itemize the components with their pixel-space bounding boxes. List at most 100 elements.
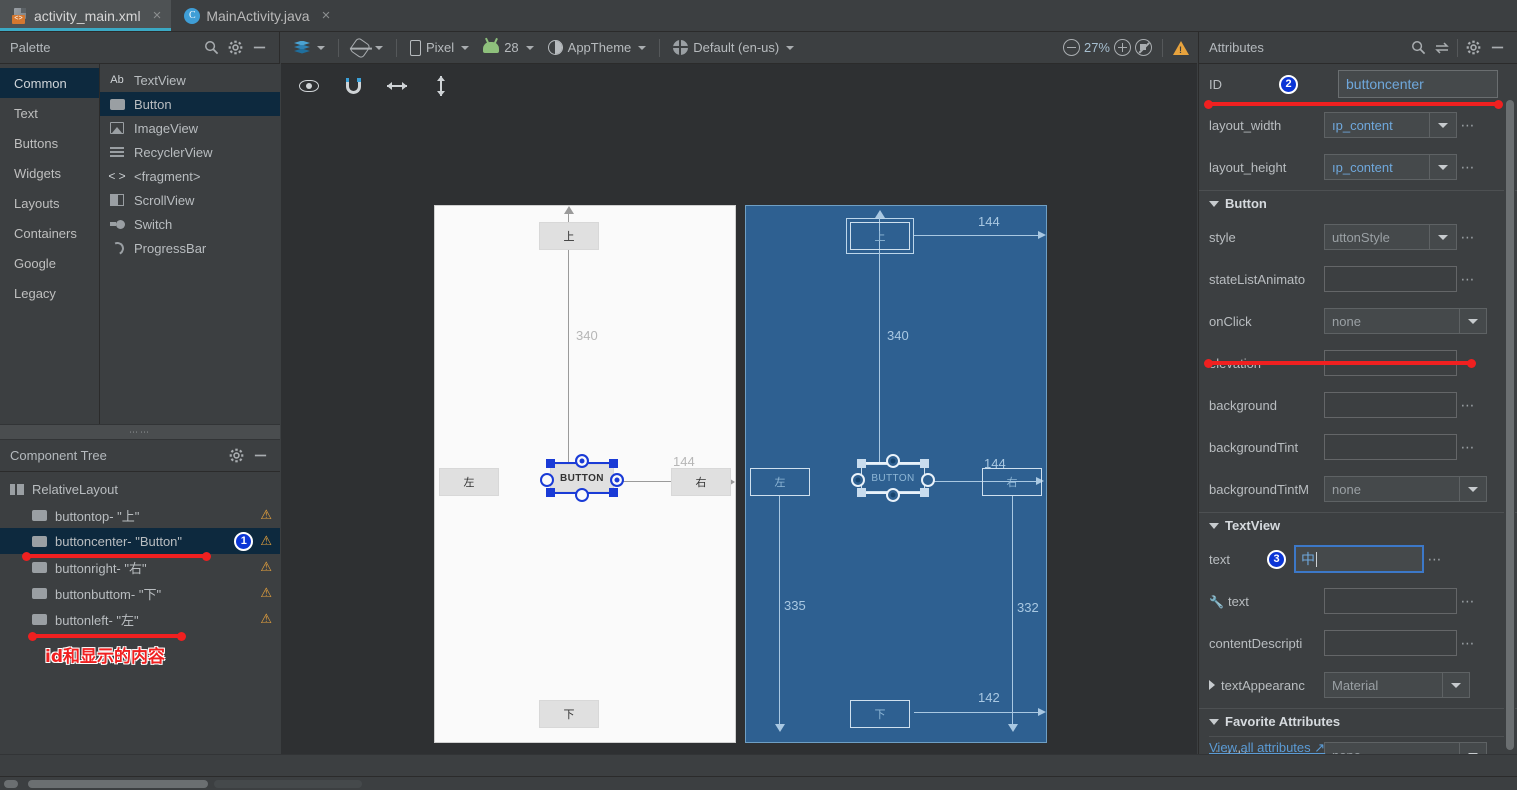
constraint-anchor-bottom[interactable]	[886, 488, 900, 502]
selection-handles-blueprint[interactable]	[851, 454, 935, 502]
more-options-icon[interactable]: ⋯	[1457, 229, 1479, 246]
chevron-right-icon[interactable]	[1209, 679, 1215, 690]
blueprint-button-bottom[interactable]: 下	[850, 700, 910, 728]
palette-item-switch[interactable]: Switch	[100, 212, 280, 236]
tree-row-buttontop[interactable]: buttontop- "上" ⚠	[0, 502, 280, 528]
textappearance-input[interactable]: Material	[1324, 672, 1442, 698]
more-options-icon[interactable]: ⋯	[1457, 593, 1479, 610]
contentdescription-input[interactable]	[1324, 630, 1457, 656]
tree-row-buttoncenter[interactable]: buttoncenter- "Button" 1 ⚠	[0, 528, 280, 554]
panel-splitter[interactable]: ⋯⋯	[0, 424, 280, 440]
section-header-button[interactable]: Button	[1199, 190, 1517, 216]
chevron-down-icon[interactable]	[1459, 742, 1487, 754]
tree-row-buttonleft[interactable]: buttonleft- "左" ⚠	[0, 606, 280, 632]
constraint-anchor-top[interactable]	[886, 454, 900, 468]
more-options-icon[interactable]: ⋯	[1457, 117, 1479, 134]
palette-item-textview[interactable]: Ab TextView	[100, 68, 280, 92]
chevron-down-icon[interactable]	[1429, 112, 1457, 138]
chevron-down-icon[interactable]	[1442, 672, 1470, 698]
warning-icon[interactable]: ⚠	[260, 507, 272, 523]
warning-icon[interactable]: ⚠	[260, 585, 272, 601]
design-surface[interactable]: 340 144 上 下 左 右 BUTTON	[434, 205, 736, 743]
constraint-anchor-right[interactable]	[921, 473, 935, 487]
tree-row-relativelayout[interactable]: RelativeLayout	[0, 476, 280, 502]
palette-item-imageview[interactable]: ImageView	[100, 116, 280, 140]
selection-handles-design[interactable]	[540, 454, 624, 502]
resize-handle-br[interactable]	[920, 488, 929, 497]
chevron-down-icon[interactable]	[1429, 224, 1457, 250]
statelistanimator-input[interactable]	[1324, 266, 1457, 292]
eye-icon[interactable]	[297, 74, 321, 98]
zoom-out-icon[interactable]	[1062, 39, 1080, 56]
design-button-bottom[interactable]: 下	[539, 700, 599, 728]
search-icon[interactable]	[199, 36, 223, 60]
palette-category-widgets[interactable]: Widgets	[0, 158, 99, 188]
scrollbar-thumb-left[interactable]	[4, 780, 18, 788]
gear-icon[interactable]	[224, 444, 248, 468]
magnet-icon[interactable]	[341, 74, 365, 98]
palette-category-legacy[interactable]: Legacy	[0, 278, 99, 308]
more-options-icon[interactable]: ⋯	[1457, 635, 1479, 652]
minimize-icon[interactable]	[247, 36, 271, 60]
design-canvas[interactable]: 340 144 上 下 左 右 BUTTON 144 340 144 335 3…	[281, 108, 1197, 754]
constraint-anchor-top[interactable]	[575, 454, 589, 468]
backgroundtintmode-input[interactable]: none	[1324, 476, 1459, 502]
layout-width-input[interactable]: ıp_content	[1324, 112, 1429, 138]
blueprint-button-top[interactable]: 上	[850, 222, 910, 250]
locale-selector[interactable]: Default (en-us)	[666, 36, 801, 60]
constraint-anchor-left[interactable]	[540, 473, 554, 487]
palette-item-recyclerview[interactable]: RecyclerView	[100, 140, 280, 164]
onclick-input[interactable]: none	[1324, 308, 1459, 334]
scrollbar-thumb[interactable]	[1506, 100, 1514, 750]
gear-icon[interactable]	[223, 36, 247, 60]
more-options-icon[interactable]: ⋯	[1457, 159, 1479, 176]
more-options-icon[interactable]: ⋯	[1457, 439, 1479, 456]
gear-icon[interactable]	[1461, 36, 1485, 60]
attributes-scrollbar[interactable]	[1504, 100, 1515, 790]
section-header-favorites[interactable]: Favorite Attributes	[1199, 708, 1517, 734]
scrollbar-track-segment[interactable]	[214, 780, 362, 788]
tab-activity-main-xml[interactable]: <> activity_main.xml ×	[0, 0, 173, 31]
more-options-icon[interactable]: ⋯	[1424, 551, 1446, 568]
palette-category-containers[interactable]: Containers	[0, 218, 99, 248]
scrollbar-thumb-mid[interactable]	[28, 780, 208, 788]
id-input[interactable]: buttoncenter	[1338, 70, 1498, 98]
chevron-down-icon[interactable]	[1429, 154, 1457, 180]
blueprint-surface[interactable]: 144 340 144 335 332 142 上 下 左 右 BUTTON	[745, 205, 1047, 743]
more-options-icon[interactable]: ⋯	[1457, 271, 1479, 288]
zoom-fit-icon[interactable]	[1135, 39, 1152, 56]
horizontal-arrow-icon[interactable]	[385, 74, 409, 98]
blueprint-button-right[interactable]: 右	[982, 468, 1042, 496]
backgroundtint-input[interactable]	[1324, 434, 1457, 460]
constraint-anchor-left[interactable]	[851, 473, 865, 487]
chevron-down-icon[interactable]	[1459, 476, 1487, 502]
tree-row-buttonbuttom[interactable]: buttonbuttom- "下" ⚠	[0, 580, 280, 606]
resize-handle-tl[interactable]	[546, 459, 555, 468]
palette-category-text[interactable]: Text	[0, 98, 99, 128]
close-icon[interactable]: ×	[322, 8, 331, 23]
resize-handle-bl[interactable]	[546, 488, 555, 497]
resize-handle-bl[interactable]	[857, 488, 866, 497]
warning-icon[interactable]: ⚠	[260, 533, 272, 549]
view-all-attributes-link[interactable]: View all attributes ↗	[1209, 740, 1325, 754]
background-input[interactable]	[1324, 392, 1457, 418]
text-design-input[interactable]	[1324, 588, 1457, 614]
layout-height-input[interactable]: ıp_content	[1324, 154, 1429, 180]
palette-category-buttons[interactable]: Buttons	[0, 128, 99, 158]
api-selector[interactable]: 28	[476, 36, 540, 60]
horizontal-scrollbar[interactable]	[0, 776, 1517, 790]
tab-mainactivity-java[interactable]: C MainActivity.java ×	[172, 0, 342, 31]
palette-item-fragment[interactable]: < > <fragment>	[100, 164, 280, 188]
layers-button[interactable]	[287, 36, 332, 60]
design-button-top[interactable]: 上	[539, 222, 599, 250]
device-selector[interactable]: Pixel	[403, 36, 476, 60]
minimize-icon[interactable]	[248, 444, 272, 468]
swap-icon[interactable]	[1430, 36, 1454, 60]
warning-icon[interactable]: ⚠	[260, 611, 272, 627]
minimize-icon[interactable]	[1485, 36, 1509, 60]
search-icon[interactable]	[1406, 36, 1430, 60]
style-input[interactable]: uttonStyle	[1324, 224, 1429, 250]
palette-item-button[interactable]: Button	[100, 92, 280, 116]
resize-handle-br[interactable]	[609, 488, 618, 497]
warning-icon[interactable]: ⚠	[260, 559, 272, 575]
